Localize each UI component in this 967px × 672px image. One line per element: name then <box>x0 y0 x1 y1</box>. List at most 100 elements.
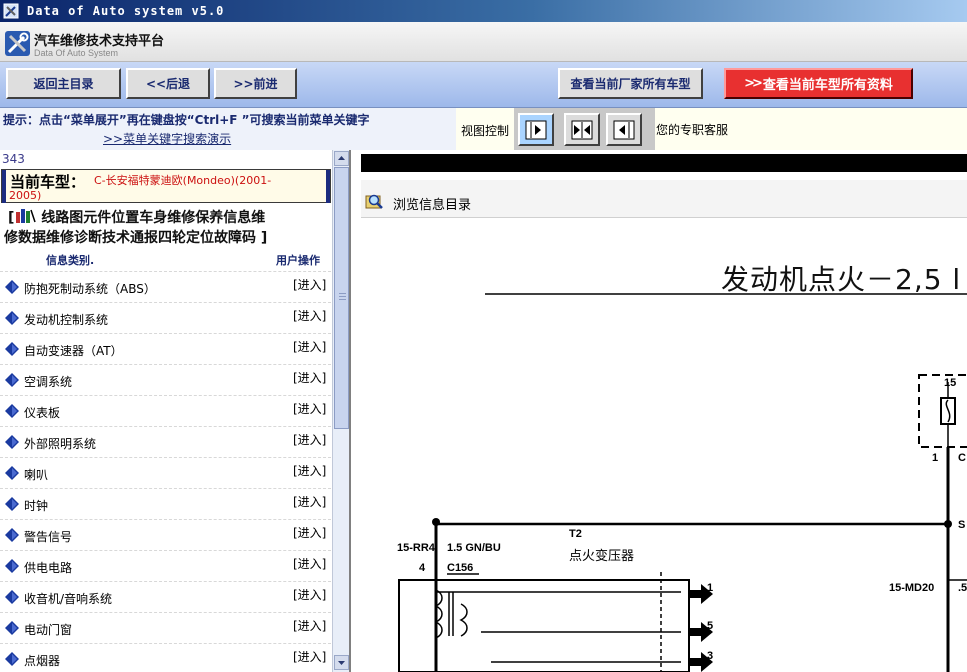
magnifier-folder-icon <box>365 194 383 209</box>
blue-diamond-icon <box>5 497 19 511</box>
enter-link[interactable]: [进入] <box>293 276 326 293</box>
enter-link[interactable]: [进入] <box>293 462 326 479</box>
list-item[interactable]: 警告信号 [进入] <box>0 519 331 550</box>
list-item[interactable]: 电动门窗 [进入] <box>0 612 331 643</box>
list-item-label[interactable]: 点烟器 <box>24 652 60 669</box>
enter-link[interactable]: [进入] <box>293 555 326 572</box>
content-pane: 浏览信息目录 发动机点火－2,5 l 15-RR4 4 1.5 GN/BU C1… <box>351 150 967 672</box>
connector-md20: 15-MD20 <box>889 582 935 594</box>
enter-link[interactable]: [进入] <box>293 648 326 665</box>
forward-button[interactable]: >>前进 <box>214 68 297 99</box>
browse-directory-bar[interactable]: 浏览信息目录 <box>361 180 967 218</box>
all-data-label: 查看当前车型所有资料 <box>762 78 893 93</box>
split-arrows-icon <box>571 120 593 140</box>
list-item-label[interactable]: 供电电路 <box>24 559 72 576</box>
enter-link[interactable]: [进入] <box>293 617 326 634</box>
blue-diamond-icon <box>5 528 19 542</box>
window-title: Data of Auto system v5.0 <box>27 4 225 18</box>
current-car-value-line2: 2005) <box>9 189 42 202</box>
content-header-bar <box>361 154 967 172</box>
all-data-button[interactable]: >> 查看当前车型所有资料 <box>724 68 913 99</box>
list-item-label[interactable]: 外部照明系统 <box>24 435 96 452</box>
list-item[interactable]: 时钟 [进入] <box>0 488 331 519</box>
blue-diamond-icon <box>5 311 19 325</box>
connector-c156: C156 <box>447 562 474 574</box>
current-car-value-line1: C-长安福特蒙迪欧(Mondeo)(2001- <box>94 174 272 187</box>
enter-link[interactable]: [进入] <box>293 307 326 324</box>
blue-diamond-icon <box>5 280 19 294</box>
wrench-logo-icon <box>5 31 30 56</box>
list-item[interactable]: 收音机/音响系统 [进入] <box>0 581 331 612</box>
column-header-action: 用户操作 <box>276 254 320 267</box>
list-item[interactable]: 外部照明系统 [进入] <box>0 426 331 457</box>
blue-diamond-icon <box>5 466 19 480</box>
blue-diamond-icon <box>5 590 19 604</box>
scroll-thumb[interactable] <box>334 167 349 429</box>
list-item-label[interactable]: 防抱死制动系统（ABS） <box>24 280 156 297</box>
current-car-edge-left <box>2 170 6 203</box>
view-expand-left-button[interactable] <box>606 113 642 146</box>
connector-c-right: C <box>958 452 966 464</box>
list-item-label[interactable]: 空调系统 <box>24 373 72 390</box>
list-item-label[interactable]: 喇叭 <box>24 466 48 483</box>
enter-link[interactable]: [进入] <box>293 369 326 386</box>
pin-4-label: 4 <box>419 562 426 574</box>
splice-s-right: S <box>958 519 966 531</box>
enter-link[interactable]: [进入] <box>293 493 326 510</box>
ignition-coil-label: 点火变压器 <box>569 548 635 563</box>
scroll-up-arrow-icon[interactable] <box>334 151 349 166</box>
blue-diamond-icon <box>5 373 19 387</box>
view-expand-right-button[interactable] <box>518 113 554 146</box>
list-item[interactable]: 喇叭 [进入] <box>0 457 331 488</box>
list-item-label[interactable]: 电动门窗 <box>24 621 72 638</box>
output-pin-1: 1 <box>707 582 714 594</box>
list-item[interactable]: 防抱死制动系统（ABS） [进入] <box>0 271 331 302</box>
info-category-panel: 343 当前车型： C-长安福特蒙迪欧(Mondeo)(2001- 2005) … <box>0 150 351 672</box>
scroll-down-arrow-icon[interactable] <box>334 655 349 670</box>
view-split-button[interactable] <box>564 113 600 146</box>
list-item[interactable]: 供电电路 [进入] <box>0 550 331 581</box>
component-t2: T2 <box>569 528 582 540</box>
blue-diamond-icon <box>5 621 19 635</box>
search-demo-link[interactable]: >>菜单关键字搜索演示 <box>103 130 231 147</box>
list-item-label[interactable]: 收音机/音响系统 <box>24 590 112 607</box>
enter-link[interactable]: [进入] <box>293 400 326 417</box>
customer-service-label[interactable]: 您的专职客服 <box>656 121 728 138</box>
enter-link[interactable]: [进入] <box>293 431 326 448</box>
list-item-label[interactable]: 发动机控制系统 <box>24 311 108 328</box>
enter-link[interactable]: [进入] <box>293 338 326 355</box>
quick-links-line1[interactable]: 线路图元件位置车身维修保养信息维 <box>41 210 265 226</box>
connector-rr4: 15-RR4 <box>397 542 435 554</box>
list-item-label[interactable]: 警告信号 <box>24 528 72 545</box>
enter-link[interactable]: [进入] <box>293 524 326 541</box>
fuse-number-15: 15 <box>944 377 957 389</box>
list-item-label[interactable]: 仪表板 <box>24 404 60 421</box>
book-icon <box>14 208 37 224</box>
arrow-left-icon <box>613 120 635 140</box>
list-item-label[interactable]: 自动变速器（AT） <box>24 342 123 359</box>
back-button[interactable]: <<后退 <box>126 68 210 99</box>
wire-color-label: 1.5 GN/BU <box>447 542 501 554</box>
arrow-right-icon <box>525 120 547 140</box>
fuse-pin-1: 1 <box>932 452 939 464</box>
home-button[interactable]: 返回主目录 <box>6 68 121 99</box>
quick-links-line2[interactable]: 修数据维修诊断技术通报四轮定位故障码 <box>4 230 256 246</box>
wiring-diagram: 发动机点火－2,5 l 15-RR4 4 1.5 GN/BU C156 T2 点… <box>361 232 967 672</box>
current-car-box: 当前车型： C-长安福特蒙迪欧(Mondeo)(2001- 2005) <box>1 169 331 203</box>
list-item[interactable]: 自动变速器（AT） [进入] <box>0 333 331 364</box>
list-item[interactable]: 发动机控制系统 [进入] <box>0 302 331 333</box>
output-pin-5: 5 <box>707 620 714 632</box>
list-item[interactable]: 点烟器 [进入] <box>0 643 331 672</box>
vertical-scrollbar[interactable] <box>332 150 349 672</box>
blue-diamond-icon <box>5 404 19 418</box>
list-item-label[interactable]: 时钟 <box>24 497 48 514</box>
all-models-button[interactable]: 查看当前厂家所有车型 <box>558 68 703 99</box>
list-item[interactable]: 仪表板 [进入] <box>0 395 331 426</box>
enter-link[interactable]: [进入] <box>293 586 326 603</box>
list-item[interactable]: 空调系统 [进入] <box>0 364 331 395</box>
app-icon <box>3 3 19 19</box>
view-control-panel <box>514 108 655 150</box>
diagram-drawing <box>398 293 967 672</box>
hint-row: 提示：点击“菜单展开”再在键盘按“Ctrl+F ”可搜索当前菜单关键字 >>菜单… <box>0 108 967 150</box>
category-quick-links[interactable]: [ 线路图元件位置车身维修保养信息维 修数据维修诊断技术通报四轮定位故障码 ] <box>4 208 332 248</box>
